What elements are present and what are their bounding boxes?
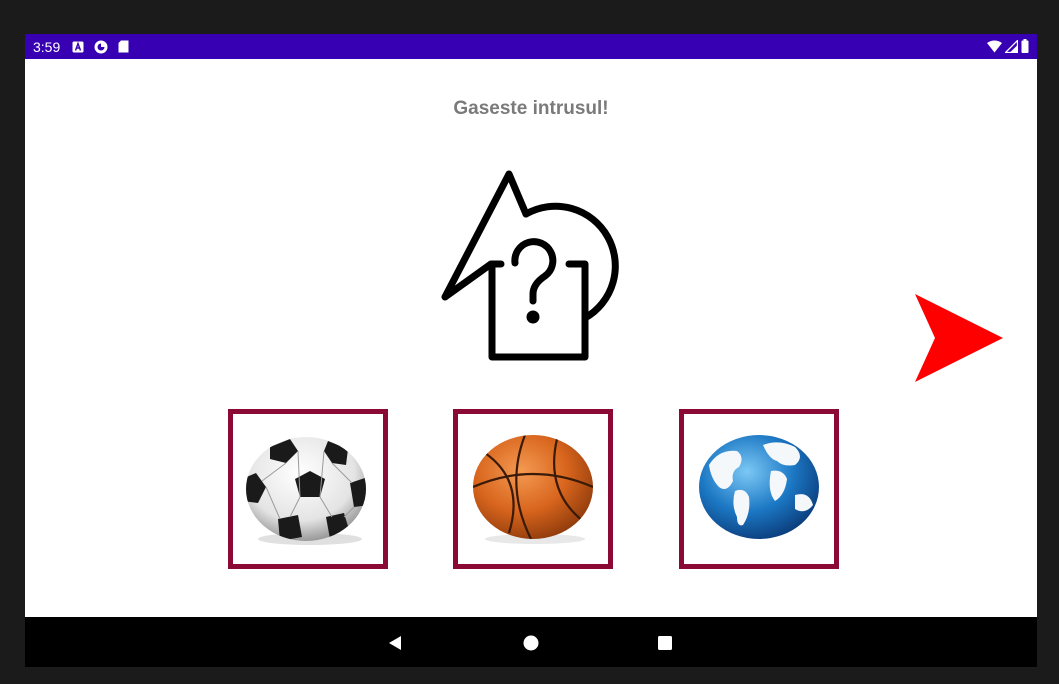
battery-icon	[1021, 39, 1029, 53]
wifi-icon	[987, 40, 1002, 52]
next-arrow-icon[interactable]	[913, 292, 1005, 384]
signal-icon	[1005, 39, 1018, 53]
soccer-ball-icon	[246, 437, 366, 545]
back-icon[interactable]	[386, 633, 406, 653]
home-icon[interactable]	[521, 633, 541, 653]
status-icons-left	[72, 40, 129, 54]
recents-icon[interactable]	[655, 633, 675, 653]
page-title: Gaseste intrusul!	[453, 98, 609, 119]
status-time: 3:59	[33, 38, 61, 55]
sync-icon	[94, 40, 108, 53]
status-bar: 3:59	[25, 34, 1037, 59]
globe-icon	[699, 435, 819, 539]
status-icons-right	[987, 39, 1029, 53]
basketball-icon	[473, 435, 593, 544]
a-notification-icon	[72, 40, 84, 52]
app-screen: 3:59 Gaseste intrusul!	[25, 34, 1037, 667]
shapes-question-icon	[441, 170, 619, 361]
option-globe[interactable]	[679, 409, 839, 569]
sd-card-icon	[118, 40, 129, 53]
option-basketball[interactable]	[453, 409, 613, 569]
navigation-bar	[25, 617, 1037, 667]
option-soccer-ball[interactable]	[228, 409, 388, 569]
